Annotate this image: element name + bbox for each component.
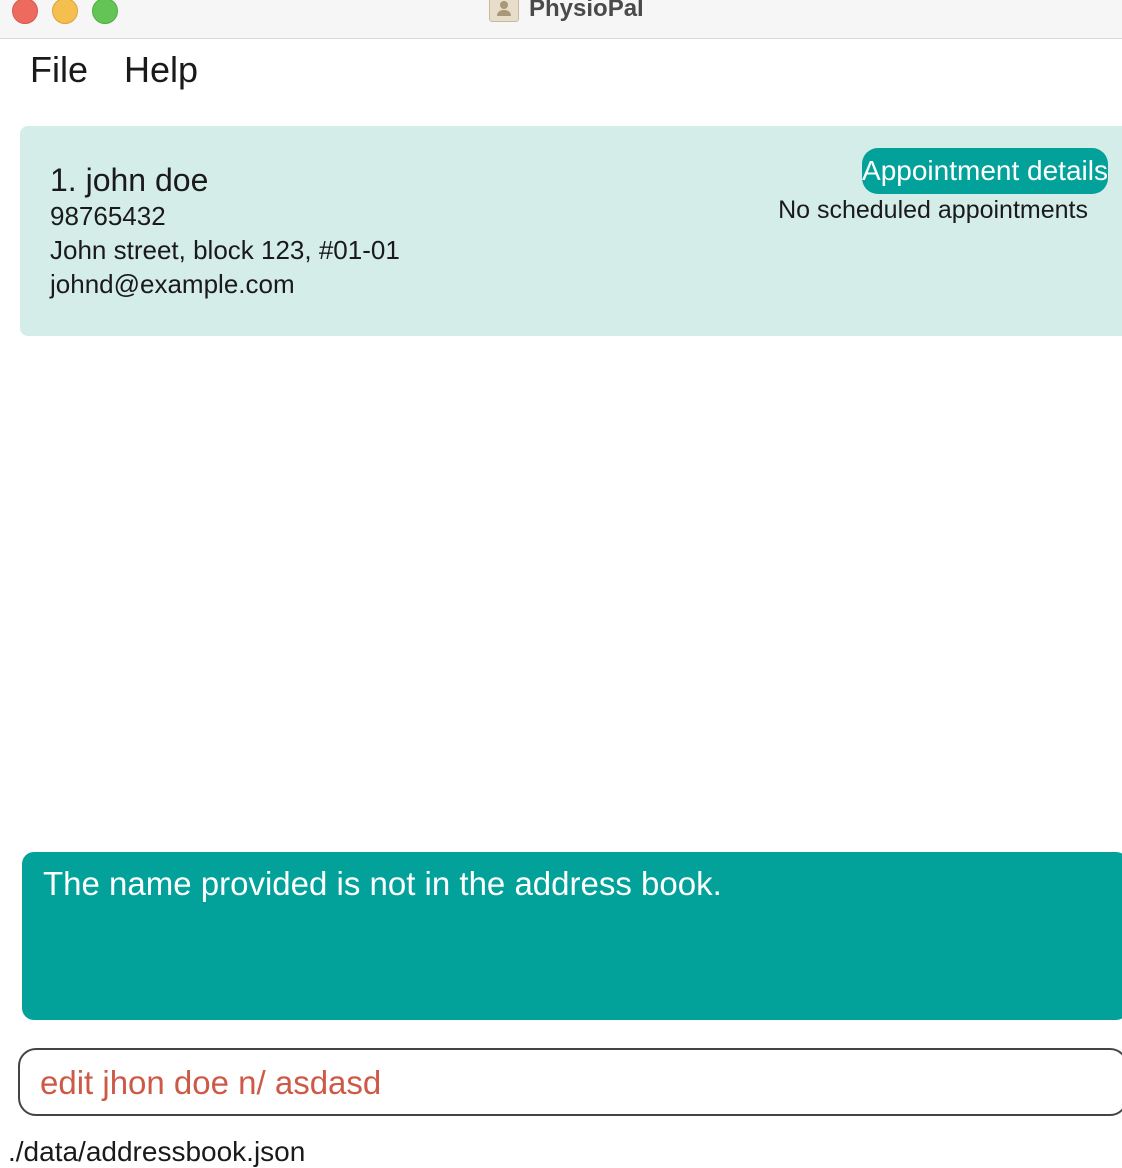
contacts-book-icon (489, 0, 519, 22)
maximize-window-button[interactable] (92, 0, 118, 24)
window-titlebar: PhysioPal (0, 0, 1122, 39)
person-card[interactable]: 1. john doe 98765432 John street, block … (20, 126, 1122, 336)
person-phone: 98765432 (50, 201, 166, 231)
person-name: 1. john doe (50, 162, 209, 198)
appointment-status: No scheduled appointments (778, 196, 1088, 224)
menu-help[interactable]: Help (124, 48, 198, 92)
menu-bar: File Help (0, 39, 1122, 103)
person-email: johnd@example.com (50, 269, 295, 299)
status-bar-path: ./data/addressbook.json (8, 1136, 306, 1167)
result-message: The name provided is not in the address … (43, 865, 722, 902)
result-display: The name provided is not in the address … (22, 852, 1122, 1020)
menu-file[interactable]: File (30, 48, 88, 92)
command-box[interactable] (18, 1048, 1122, 1116)
person-address: John street, block 123, #01-01 (50, 235, 400, 265)
command-input[interactable] (40, 1060, 1100, 1106)
window-title: PhysioPal (529, 0, 644, 22)
close-window-button[interactable] (12, 0, 38, 24)
appointment-details-button[interactable]: Appointment details (862, 148, 1108, 194)
minimize-window-button[interactable] (52, 0, 78, 24)
